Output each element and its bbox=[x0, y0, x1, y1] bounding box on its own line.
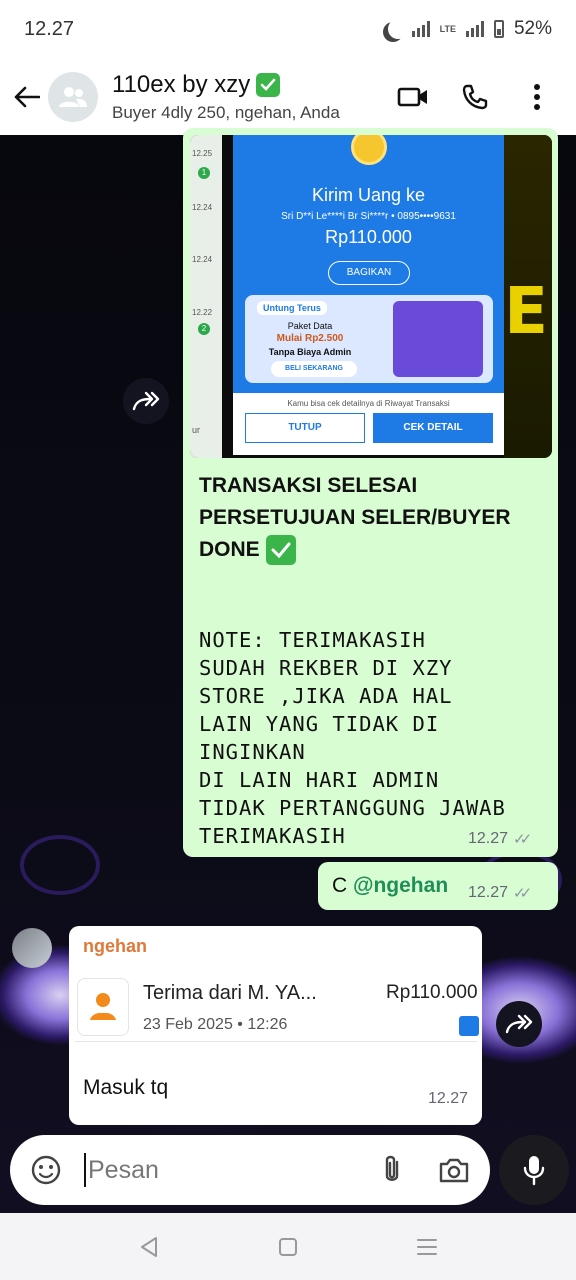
message-time: 12.27 ✓✓ bbox=[468, 830, 532, 848]
message-time: 12.27 ✓✓ bbox=[468, 884, 532, 902]
message-time-text: 12.27 bbox=[468, 830, 509, 847]
mention-message: C @ngehan bbox=[332, 874, 448, 898]
quote-date: 23 Feb 2025 • 12:26 bbox=[143, 1016, 288, 1033]
quote-amount: Rp110.000 bbox=[386, 982, 477, 1003]
transfer-icon bbox=[77, 978, 129, 1036]
signal-icon bbox=[411, 21, 430, 37]
promo-line-3: Tanpa Biaya Admin bbox=[268, 347, 352, 357]
sender-name[interactable]: ngehan bbox=[83, 936, 147, 957]
receipt-recipient: Sri D**i Le****i Br Si****r • 0895••••96… bbox=[281, 211, 456, 222]
signal-icon-2 bbox=[465, 21, 484, 37]
strip-badge: 2 bbox=[198, 323, 210, 335]
wallpaper-eye-left bbox=[20, 835, 100, 895]
incoming-text: Masuk tq bbox=[83, 1076, 169, 1099]
receipt-heading: Kirim Uang ke bbox=[311, 185, 426, 205]
message-input[interactable]: Pesan bbox=[88, 1156, 372, 1185]
check-mark-icon bbox=[265, 535, 296, 566]
double-check-icon: ✓✓ bbox=[513, 885, 532, 902]
message-note-text: NOTE: TERIMAKASIH SUDAH REKBER DI XZY ST… bbox=[199, 628, 506, 848]
detail-button: CEK DETAIL bbox=[373, 413, 493, 443]
attach-icon[interactable] bbox=[372, 1150, 412, 1190]
more-icon[interactable] bbox=[520, 80, 554, 114]
video-call-icon[interactable] bbox=[396, 80, 430, 114]
back-arrow-icon[interactable] bbox=[12, 82, 42, 112]
status-time: 12.27 bbox=[24, 17, 75, 40]
strip-time: 12.25 bbox=[192, 149, 213, 158]
wallpaper-deco: E bbox=[504, 135, 552, 458]
phone-icon[interactable] bbox=[458, 80, 492, 114]
network-type: LTE bbox=[439, 24, 456, 34]
group-avatar-icon[interactable] bbox=[48, 71, 98, 122]
incoming-time: 12.27 bbox=[427, 1090, 468, 1107]
message-bold-content: TRANSAKSI SELESAI PERSETUJUAN SELER/BUYE… bbox=[199, 474, 511, 561]
quote-title: Terima dari M. YA... bbox=[143, 982, 317, 1004]
sender-avatar[interactable] bbox=[12, 928, 52, 968]
receipt-footer: Kamu bisa cek detailnya di Riwayat Trans… bbox=[233, 393, 504, 455]
message-bold-text: TRANSAKSI SELESAI PERSETUJUAN SELER/BUYE… bbox=[199, 470, 544, 566]
receipt-image[interactable]: 12.25 1 12.24 12.24 12.22 2 ur Kirim Uan… bbox=[190, 135, 552, 458]
strip-badge: 1 bbox=[198, 167, 210, 179]
double-check-icon: ✓✓ bbox=[513, 831, 532, 848]
check-mark-icon bbox=[256, 72, 281, 97]
chat-header: 110ex by xzy Buyer 4dly 250, ngehan, And… bbox=[0, 58, 576, 135]
strip-word: ur bbox=[192, 425, 201, 435]
message-time-text: 12.27 bbox=[468, 884, 509, 901]
app-badge-icon bbox=[459, 1016, 479, 1036]
receipt-footer-note: Kamu bisa cek detailnya di Riwayat Trans… bbox=[287, 399, 450, 408]
close-button: TUTUP bbox=[245, 413, 365, 443]
incoming-message-bubble[interactable]: ngehan Terima dari M. YA... 23 Feb 2025 … bbox=[69, 926, 482, 1125]
quoted-transfer[interactable]: Terima dari M. YA... 23 Feb 2025 • 12:26… bbox=[75, 970, 479, 1042]
status-bar: 12.27 LTE 52% bbox=[0, 0, 576, 58]
text-cursor bbox=[84, 1153, 86, 1187]
chat-title-text: 110ex by xzy bbox=[112, 70, 251, 98]
share-button: BAGIKAN bbox=[328, 261, 410, 285]
forward-icon[interactable] bbox=[496, 1001, 542, 1047]
sticker-icon[interactable] bbox=[26, 1150, 66, 1190]
strip-time: 12.24 bbox=[192, 203, 213, 212]
promo-banner: Untung Terus Paket Data Mulai Rp2.500 Ta… bbox=[245, 295, 493, 383]
do-not-disturb-icon bbox=[388, 19, 408, 39]
strip-time: 12.22 bbox=[192, 308, 213, 317]
chat-participants: Buyer 4dly 250, ngehan, Anda bbox=[112, 102, 340, 122]
forward-icon[interactable] bbox=[123, 378, 169, 424]
header-actions bbox=[396, 80, 554, 114]
battery-icon bbox=[493, 20, 504, 38]
receipt-amount: Rp110.000 bbox=[325, 227, 412, 247]
status-icons: LTE 52% bbox=[382, 18, 552, 40]
nav-home-icon[interactable] bbox=[268, 1227, 308, 1267]
system-nav-bar bbox=[0, 1213, 576, 1280]
chat-title: 110ex by xzy bbox=[112, 71, 396, 99]
promo-cta: BELI SEKARANG bbox=[271, 361, 357, 377]
message-input-bar: Pesan bbox=[10, 1135, 490, 1205]
screenshot-strip: 12.25 1 12.24 12.24 12.22 2 ur bbox=[190, 135, 222, 458]
deco-letter: E bbox=[504, 275, 548, 349]
outgoing-mention-bubble[interactable]: C @ngehan 12.27 ✓✓ bbox=[318, 862, 558, 910]
strip-time: 12.24 bbox=[192, 255, 213, 264]
promo-shop-illustration bbox=[393, 301, 483, 377]
promo-line-2: Mulai Rp2.500 bbox=[276, 333, 344, 344]
promo-tag: Untung Terus bbox=[257, 301, 327, 315]
chat-title-block[interactable]: 110ex by xzy Buyer 4dly 250, ngehan, And… bbox=[112, 71, 396, 123]
battery-level: 52% bbox=[513, 18, 552, 39]
promo-line-1: Paket Data bbox=[287, 321, 333, 331]
mention-link[interactable]: @ngehan bbox=[353, 874, 448, 897]
mention-prefix: C bbox=[332, 874, 353, 897]
microphone-icon[interactable] bbox=[499, 1135, 569, 1205]
camera-icon[interactable] bbox=[434, 1150, 474, 1190]
nav-back-icon[interactable] bbox=[129, 1227, 169, 1267]
coin-icon bbox=[351, 135, 387, 165]
receipt-card: Kirim Uang ke Sri D**i Le****i Br Si****… bbox=[233, 135, 504, 393]
nav-recents-icon[interactable] bbox=[407, 1227, 447, 1267]
